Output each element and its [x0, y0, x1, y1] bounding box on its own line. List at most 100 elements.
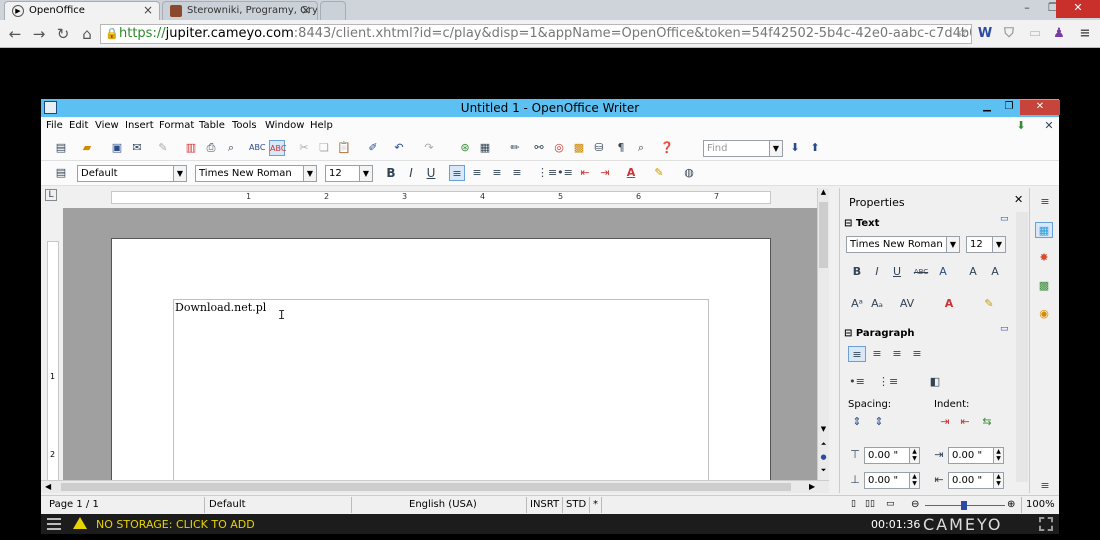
numbering-icon[interactable]: ⋮≡	[537, 165, 557, 181]
data-sources-icon[interactable]: ⛁	[591, 140, 607, 156]
formatting-marks-icon[interactable]: ¶	[613, 140, 629, 156]
background-color-icon[interactable]: ◍	[681, 165, 697, 181]
menu-tools[interactable]: Tools	[232, 120, 257, 131]
decrease-font-icon[interactable]: A	[986, 264, 1004, 280]
find-dropdown[interactable]: ▼	[769, 140, 783, 157]
paragraph-background-icon[interactable]: ◧	[926, 374, 944, 390]
increase-font-icon[interactable]: A	[964, 264, 982, 280]
shield-extension-icon[interactable]: ⛉	[1000, 25, 1018, 43]
page-count[interactable]: Page 1 / 1	[49, 499, 99, 510]
zoom-slider-thumb[interactable]	[961, 501, 967, 510]
cut-icon[interactable]: ✂	[296, 140, 312, 156]
sidebar-align-left-icon[interactable]: ≡	[848, 346, 866, 362]
more-options-icon[interactable]: ▭	[1000, 324, 1009, 334]
zoom-level[interactable]: 100%	[1026, 499, 1055, 510]
sidebar-bullets-icon[interactable]: •≡	[848, 374, 866, 390]
forward-arrow-icon[interactable]: →	[30, 25, 48, 43]
paste-icon[interactable]: 📋	[336, 140, 352, 156]
bold-icon[interactable]: B	[383, 165, 399, 181]
scroll-left-icon[interactable]: ◀	[45, 482, 51, 491]
browser-tab-sterowniki[interactable]: Sterowniki, Programy, Gry ×	[162, 1, 318, 20]
sidebar-justify-icon[interactable]: ≡	[908, 346, 926, 362]
styles-deck-icon[interactable]: ✸	[1035, 250, 1053, 266]
sidebar-align-right-icon[interactable]: ≡	[888, 346, 906, 362]
vertical-scrollbar[interactable]: ▲ ▼ ⏶ ● ⏷	[817, 188, 829, 480]
align-center-icon[interactable]: ≡	[469, 165, 485, 181]
hamburger-menu-icon[interactable]	[47, 518, 61, 530]
table-icon[interactable]: ▦	[477, 140, 493, 156]
properties-deck-icon[interactable]: ▦	[1035, 222, 1053, 238]
below-paragraph-spacing[interactable]: 0.00 " ▲ ▼	[864, 472, 920, 489]
chrome-menu-icon[interactable]: ≡	[1076, 25, 1094, 43]
font-size-select[interactable]: 12 ▼	[325, 165, 373, 182]
before-text-indent[interactable]: 0.00 " ▲ ▼	[948, 447, 1004, 464]
deck-menu-icon[interactable]: ≡	[1036, 478, 1054, 494]
above-paragraph-spacing[interactable]: 0.00 " ▲ ▼	[864, 447, 920, 464]
increase-indent-icon[interactable]: ⇥	[597, 165, 613, 181]
scroll-right-icon[interactable]: ▶	[809, 482, 815, 491]
paragraph-section-header[interactable]: ⊟ Paragraph	[844, 328, 914, 339]
show-draw-functions-icon[interactable]: ✏	[507, 140, 523, 156]
tab-stop-icon[interactable]: L	[45, 189, 57, 201]
browser-tab-openoffice[interactable]: ▶ OpenOffice ×	[4, 1, 160, 20]
paragraph-style-select[interactable]: Default ▼	[77, 165, 187, 182]
document-modified[interactable]: *	[593, 499, 598, 510]
sidebar-decrease-indent-icon[interactable]: ⇤	[956, 414, 974, 430]
find-previous-icon[interactable]: ⬆	[807, 140, 823, 156]
find-next-icon[interactable]: ⬇	[787, 140, 803, 156]
previous-page-icon[interactable]: ⏶	[818, 440, 829, 452]
spinner-arrows-icon[interactable]: ▲ ▼	[909, 473, 919, 488]
font-name-select[interactable]: Times New Roman ▼	[195, 165, 317, 182]
print-preview-icon[interactable]: ⌕	[223, 140, 239, 156]
copy-icon[interactable]: ❏	[316, 140, 332, 156]
save-icon[interactable]: ▣	[109, 140, 125, 156]
font-color-icon[interactable]: A	[623, 165, 639, 181]
sidebar-increase-indent-icon[interactable]: ⇥	[936, 414, 954, 430]
menu-file[interactable]: File	[46, 120, 63, 131]
sidebar-highlighting-icon[interactable]: ✎	[980, 296, 998, 312]
spinner-arrows-icon[interactable]: ▲ ▼	[909, 448, 919, 463]
menu-help[interactable]: Help	[310, 120, 333, 131]
horizontal-scrollbar[interactable]: ◀ ▶	[41, 480, 829, 493]
decrease-spacing-icon[interactable]: ⇕	[870, 414, 888, 430]
fullscreen-icon[interactable]	[1039, 517, 1053, 531]
menu-format[interactable]: Format	[159, 120, 194, 131]
auto-spellcheck-icon[interactable]: ABC	[269, 140, 286, 156]
blank-extension-icon[interactable]: ▭	[1026, 25, 1044, 43]
scroll-up-icon[interactable]: ▲	[818, 188, 829, 200]
spinner-arrows-icon[interactable]: ▲ ▼	[993, 473, 1003, 488]
sidebar-align-center-icon[interactable]: ≡	[868, 346, 886, 362]
vertical-scroll-thumb[interactable]	[819, 202, 828, 268]
close-tab-icon[interactable]: ×	[143, 3, 153, 17]
close-icon[interactable]: ✕	[1020, 100, 1060, 115]
underline-icon[interactable]: U	[423, 165, 439, 181]
strikethrough-icon[interactable]: ABC	[912, 264, 930, 280]
clone-formatting-icon[interactable]: ✐	[365, 140, 381, 156]
address-bar[interactable]: 🔒 https://jupiter.cameyo.com:8443/client…	[100, 24, 972, 44]
sidebar-underline-icon[interactable]: U	[888, 264, 906, 280]
italic-icon[interactable]: I	[403, 165, 419, 181]
zoom-out-icon[interactable]: ⊖	[911, 499, 919, 510]
menu-window[interactable]: Window	[265, 120, 304, 131]
shadow-icon[interactable]: A	[934, 264, 952, 280]
navigator-deck-icon[interactable]: ◉	[1035, 306, 1053, 322]
document-page[interactable]: Download.net.pl I	[111, 238, 771, 480]
text-boundary[interactable]: Download.net.pl I	[173, 299, 709, 480]
email-icon[interactable]: ✉	[129, 140, 145, 156]
sidebar-numbering-icon[interactable]: ⋮≡	[878, 374, 898, 390]
superscript-icon[interactable]: Aᵃ	[848, 296, 866, 312]
sidebar-bold-icon[interactable]: B	[848, 264, 866, 280]
reload-icon[interactable]: ↻	[54, 25, 72, 43]
open-folder-icon[interactable]: ▰	[79, 140, 95, 156]
highlighting-icon[interactable]: ✎	[651, 165, 667, 181]
navigator-icon[interactable]: ◎	[551, 140, 567, 156]
align-left-icon[interactable]: ≡	[449, 165, 465, 181]
maximize-icon[interactable]: ❐	[998, 100, 1020, 115]
bullets-icon[interactable]: •≡	[557, 165, 573, 181]
horizontal-ruler[interactable]: 1 2 3 4 5 6 7	[111, 191, 771, 204]
character-spacing-icon[interactable]: AV	[898, 296, 916, 312]
navigation-icon[interactable]: ●	[818, 453, 829, 465]
book-view-icon[interactable]: ▭	[886, 499, 895, 509]
menu-insert[interactable]: Insert	[125, 120, 154, 131]
undo-icon[interactable]: ↶	[391, 140, 407, 156]
